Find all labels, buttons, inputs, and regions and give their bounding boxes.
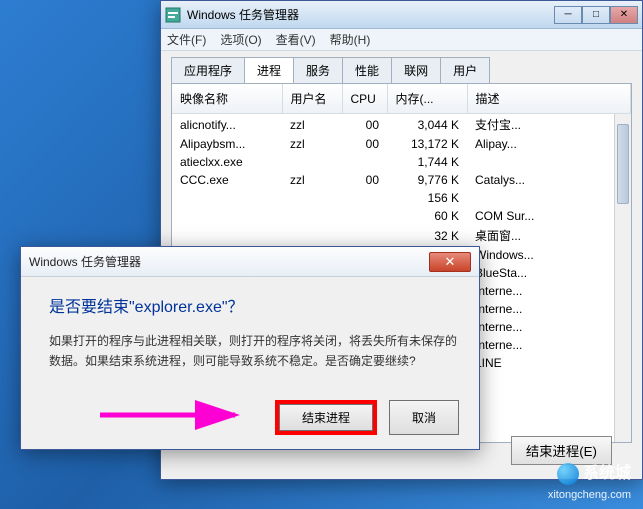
tab-processes[interactable]: 进程 — [244, 57, 294, 83]
table-row[interactable]: alicnotify...zzl003,044 K支付宝... — [172, 114, 631, 136]
app-icon — [165, 7, 181, 23]
dialog-titlebar[interactable]: Windows 任务管理器 ✕ — [21, 247, 479, 277]
dialog-body-text: 如果打开的程序与此进程相关联，则打开的程序将关闭，将丢失所有未保存的数据。如果结… — [49, 331, 457, 372]
tab-performance[interactable]: 性能 — [342, 57, 392, 83]
watermark: 系统城 xitongcheng.com — [548, 459, 631, 503]
confirm-dialog: Windows 任务管理器 ✕ 是否要结束"explorer.exe"？ 如果打… — [20, 246, 480, 450]
dialog-title-text: Windows 任务管理器 — [29, 253, 429, 270]
dialog-heading: 是否要结束"explorer.exe"？ — [49, 293, 457, 317]
menubar: 文件(F) 选项(O) 查看(V) 帮助(H) — [161, 29, 642, 51]
watermark-url: xitongcheng.com — [548, 489, 631, 501]
close-button[interactable]: ✕ — [610, 6, 638, 24]
logo-icon — [557, 463, 579, 485]
table-row[interactable]: 60 KCOM Sur... — [172, 207, 631, 225]
tab-users[interactable]: 用户 — [440, 57, 490, 83]
watermark-brand: 系统城 — [583, 465, 631, 482]
col-description[interactable]: 描述 — [467, 84, 631, 114]
col-user[interactable]: 用户名 — [282, 84, 342, 114]
table-row[interactable]: 156 K — [172, 189, 631, 207]
titlebar-text: Windows 任务管理器 — [187, 6, 554, 23]
titlebar[interactable]: Windows 任务管理器 ─ □ ✕ — [161, 1, 642, 29]
table-row[interactable]: Alipaybsm...zzl0013,172 KAlipay... — [172, 135, 631, 153]
dialog-close-button[interactable]: ✕ — [429, 252, 471, 272]
highlight-box: 结束进程 — [275, 400, 377, 435]
table-row[interactable]: CCC.exezzl009,776 KCatalys... — [172, 171, 631, 189]
table-row[interactable]: atieclxx.exe1,744 K — [172, 153, 631, 171]
scrollbar[interactable] — [614, 114, 631, 442]
col-cpu[interactable]: CPU — [342, 84, 387, 114]
table-row[interactable]: 32 K桌面窗... — [172, 225, 631, 246]
tab-networking[interactable]: 联网 — [391, 57, 441, 83]
tab-bar: 应用程序 进程 服务 性能 联网 用户 — [161, 51, 642, 83]
table-header-row: 映像名称 用户名 CPU 内存(... 描述 — [172, 84, 631, 114]
minimize-button[interactable]: ─ — [554, 6, 582, 24]
col-memory[interactable]: 内存(... — [387, 84, 467, 114]
confirm-end-process-button[interactable]: 结束进程 — [279, 404, 373, 431]
tab-applications[interactable]: 应用程序 — [171, 57, 245, 83]
menu-file[interactable]: 文件(F) — [167, 31, 206, 48]
menu-options[interactable]: 选项(O) — [220, 31, 261, 48]
menu-view[interactable]: 查看(V) — [276, 31, 316, 48]
menu-help[interactable]: 帮助(H) — [330, 31, 371, 48]
tab-services[interactable]: 服务 — [293, 57, 343, 83]
col-image-name[interactable]: 映像名称 — [172, 84, 282, 114]
cancel-button[interactable]: 取消 — [389, 400, 459, 435]
scroll-thumb[interactable] — [617, 124, 629, 204]
maximize-button[interactable]: □ — [582, 6, 610, 24]
